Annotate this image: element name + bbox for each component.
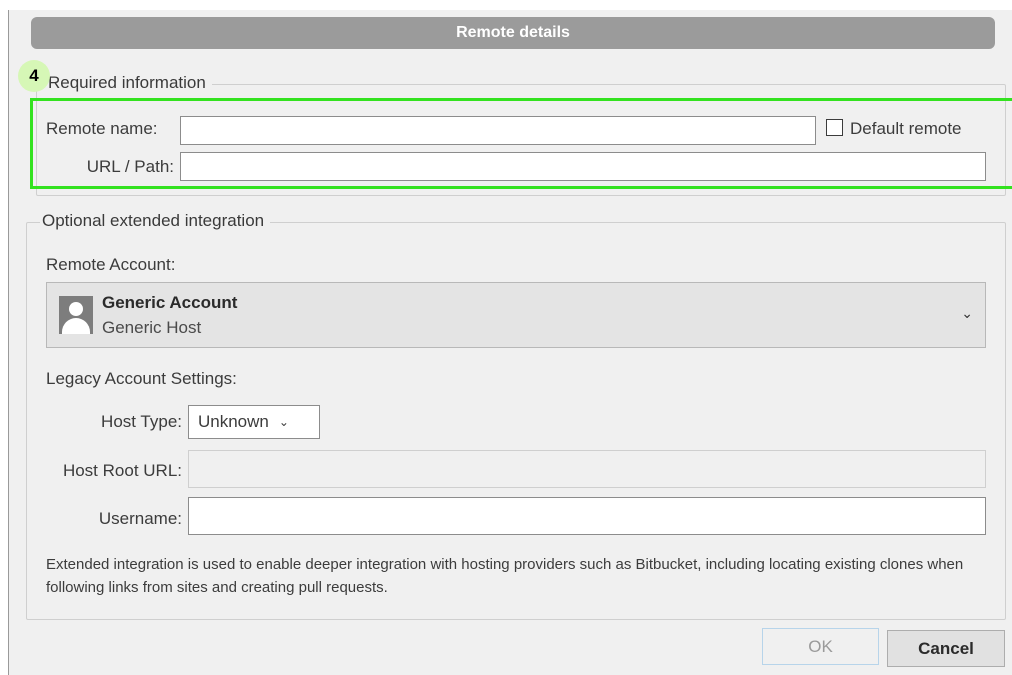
dialog-title: Remote details: [456, 24, 570, 41]
url-path-label: URL / Path:: [86, 157, 174, 176]
host-root-url-input[interactable]: [188, 450, 986, 488]
username-label: Username:: [98, 509, 182, 528]
account-host: Generic Host: [102, 318, 202, 337]
chevron-down-icon: ⌄: [278, 415, 289, 429]
remote-account-select[interactable]: Generic Account Generic Host ⌄: [46, 282, 986, 348]
optional-integration-legend: Optional extended integration: [40, 211, 271, 231]
remote-account-label: Remote Account:: [46, 255, 176, 274]
host-type-value: Unknown: [198, 412, 269, 431]
extended-integration-help-text: Extended integration is used to enable d…: [46, 556, 964, 596]
legacy-account-settings-label: Legacy Account Settings:: [46, 369, 237, 388]
step-badge: 4: [18, 60, 50, 92]
user-avatar-icon: [59, 296, 93, 334]
host-type-label: Host Type:: [101, 412, 182, 431]
required-information-legend: Required information: [46, 73, 212, 93]
default-remote-label[interactable]: Default remote: [850, 119, 962, 139]
remote-name-input[interactable]: [180, 116, 816, 145]
default-remote-checkbox[interactable]: [826, 119, 843, 136]
account-name: Generic Account: [102, 293, 238, 312]
cancel-button[interactable]: Cancel: [887, 630, 1005, 667]
chevron-down-icon: ⌄: [961, 305, 973, 321]
host-type-select[interactable]: Unknown ⌄: [188, 405, 320, 439]
dialog-title-bar[interactable]: Remote details: [31, 17, 995, 49]
host-root-url-label: Host Root URL:: [62, 461, 182, 480]
url-path-input[interactable]: [180, 152, 986, 181]
username-input[interactable]: [188, 497, 986, 535]
remote-name-label: Remote name:: [46, 119, 158, 138]
ok-button[interactable]: OK: [762, 628, 879, 665]
